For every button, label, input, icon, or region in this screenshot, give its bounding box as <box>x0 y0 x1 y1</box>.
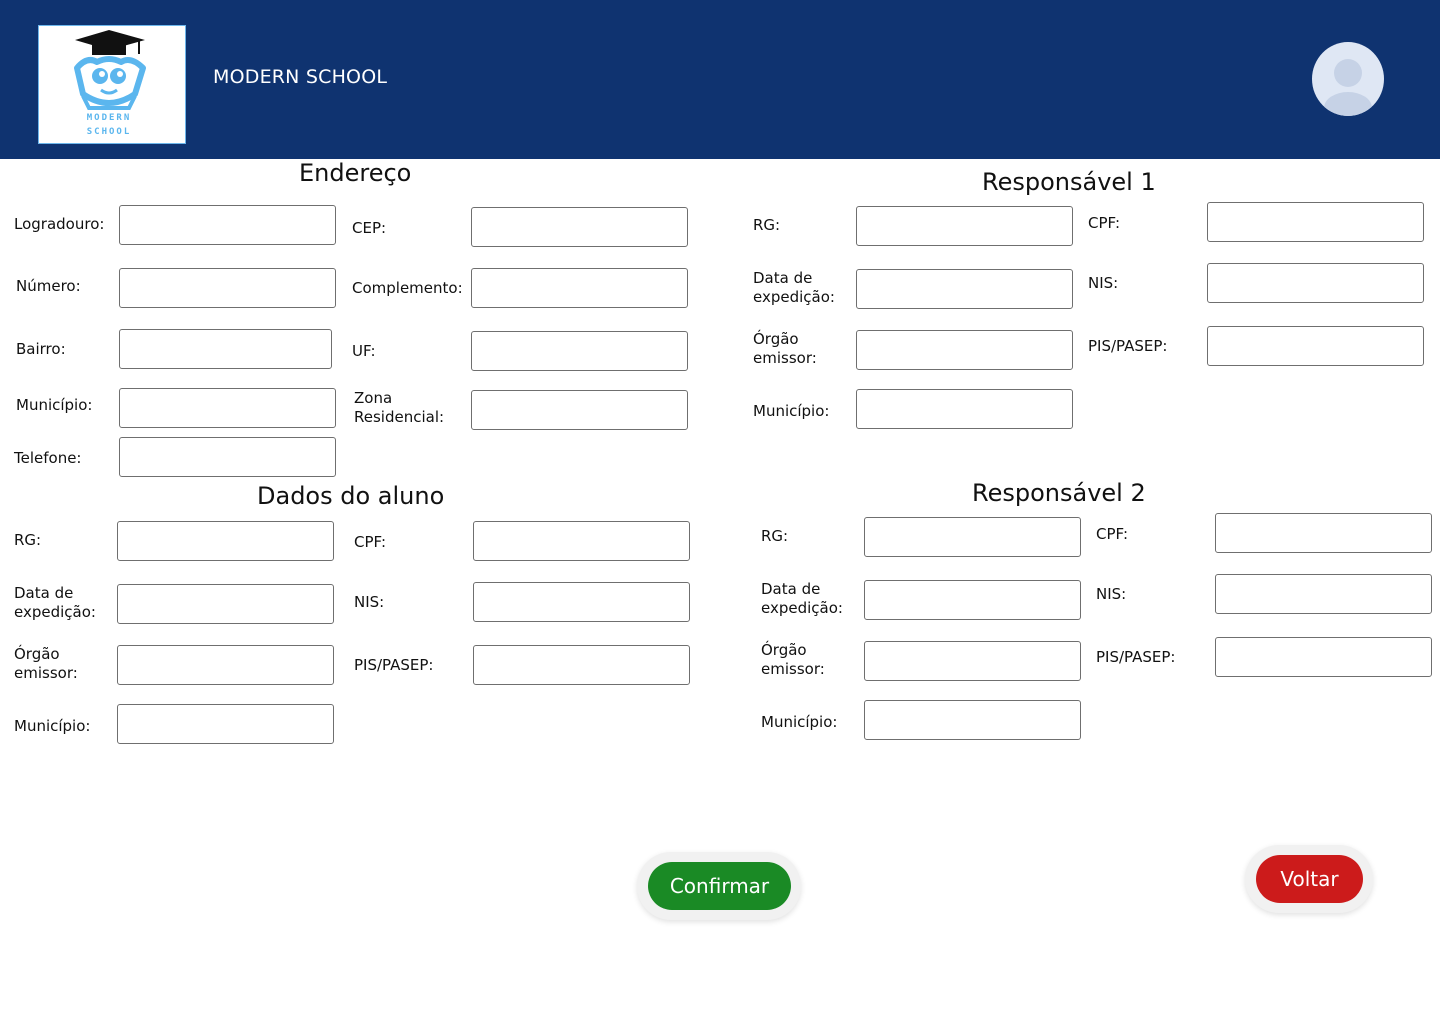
input-resp2-orgao-emissor[interactable] <box>864 641 1081 681</box>
input-aluno-municipio[interactable] <box>117 704 334 744</box>
input-aluno-orgao-emissor[interactable] <box>117 645 334 685</box>
input-municipio[interactable] <box>119 388 336 428</box>
input-resp2-rg[interactable] <box>864 517 1081 557</box>
label-logradouro: Logradouro: <box>14 215 105 233</box>
input-resp2-cpf[interactable] <box>1215 513 1432 553</box>
label-numero: Número: <box>16 277 81 295</box>
label-resp1-nis: NIS: <box>1088 274 1119 292</box>
input-resp1-rg[interactable] <box>856 206 1073 246</box>
label-aluno-data-expedicao: Data de expedição: <box>14 584 96 621</box>
label-zona-residencial: Zona Residencial: <box>354 389 445 426</box>
input-numero[interactable] <box>119 268 336 308</box>
user-avatar[interactable] <box>1312 42 1384 116</box>
input-resp1-pis-pasep[interactable] <box>1207 326 1424 366</box>
label-aluno-nis: NIS: <box>354 593 385 611</box>
input-resp1-nis[interactable] <box>1207 263 1424 303</box>
section-title-responsavel-2: Responsável 2 <box>972 479 1146 507</box>
input-bairro[interactable] <box>119 329 332 369</box>
user-icon <box>1324 59 1372 116</box>
label-municipio: Município: <box>16 396 93 414</box>
input-aluno-pis-pasep[interactable] <box>473 645 690 685</box>
input-resp2-municipio[interactable] <box>864 700 1081 740</box>
input-aluno-rg[interactable] <box>117 521 334 561</box>
logo-text-bottom: SCHOOL <box>87 127 132 137</box>
label-telefone: Telefone: <box>14 449 82 467</box>
input-resp2-nis[interactable] <box>1215 574 1432 614</box>
section-title-aluno: Dados do aluno <box>257 482 445 510</box>
label-resp1-data-expedicao: Data de expedição: <box>753 269 835 306</box>
label-resp1-rg: RG: <box>753 216 781 234</box>
label-resp1-orgao-emissor: Órgão emissor: <box>753 330 817 367</box>
label-resp2-cpf: CPF: <box>1096 525 1129 543</box>
input-resp1-cpf[interactable] <box>1207 202 1424 242</box>
logo-text-top: MODERN <box>87 113 132 123</box>
confirm-button[interactable]: Confirmar <box>648 862 791 910</box>
input-resp1-orgao-emissor[interactable] <box>856 330 1073 370</box>
graduation-owl-icon: MODERN SCHOOL <box>74 30 146 137</box>
input-logradouro[interactable] <box>119 205 336 245</box>
label-resp2-municipio: Município: <box>761 713 838 731</box>
label-resp1-cpf: CPF: <box>1088 214 1121 232</box>
section-title-responsavel-1: Responsável 1 <box>982 168 1156 196</box>
back-button-container: Voltar <box>1245 845 1373 913</box>
label-aluno-municipio: Município: <box>14 717 91 735</box>
input-aluno-nis[interactable] <box>473 582 690 622</box>
app-header: MODERN SCHOOL MODERN SCHOOL <box>0 0 1440 159</box>
school-name: MODERN SCHOOL <box>213 66 388 88</box>
input-aluno-cpf[interactable] <box>473 521 690 561</box>
confirm-button-container: Confirmar <box>637 852 801 920</box>
label-resp2-pis-pasep: PIS/PASEP: <box>1096 648 1176 666</box>
label-aluno-pis-pasep: PIS/PASEP: <box>354 656 434 674</box>
input-uf[interactable] <box>471 331 688 371</box>
label-cep: CEP: <box>352 219 387 237</box>
label-resp2-rg: RG: <box>761 527 789 545</box>
label-uf: UF: <box>352 342 376 360</box>
input-resp1-municipio[interactable] <box>856 389 1073 429</box>
label-resp1-municipio: Município: <box>753 402 830 420</box>
input-zona-residencial[interactable] <box>471 390 688 430</box>
school-logo[interactable]: MODERN SCHOOL <box>38 25 186 144</box>
input-telefone[interactable] <box>119 437 336 477</box>
input-cep[interactable] <box>471 207 688 247</box>
label-bairro: Bairro: <box>16 340 66 358</box>
label-aluno-rg: RG: <box>14 531 42 549</box>
input-resp2-data-expedicao[interactable] <box>864 580 1081 620</box>
label-resp2-data-expedicao: Data de expedição: <box>761 580 843 617</box>
input-resp1-data-expedicao[interactable] <box>856 269 1073 309</box>
label-complemento: Complemento: <box>352 279 463 297</box>
label-aluno-orgao-emissor: Órgão emissor: <box>14 645 78 682</box>
back-button[interactable]: Voltar <box>1256 855 1363 903</box>
section-title-endereco: Endereço <box>299 159 412 187</box>
label-aluno-cpf: CPF: <box>354 533 387 551</box>
label-resp2-nis: NIS: <box>1096 585 1127 603</box>
input-aluno-data-expedicao[interactable] <box>117 584 334 624</box>
label-resp1-pis-pasep: PIS/PASEP: <box>1088 337 1168 355</box>
label-resp2-orgao-emissor: Órgão emissor: <box>761 641 825 678</box>
input-resp2-pis-pasep[interactable] <box>1215 637 1432 677</box>
input-complemento[interactable] <box>471 268 688 308</box>
